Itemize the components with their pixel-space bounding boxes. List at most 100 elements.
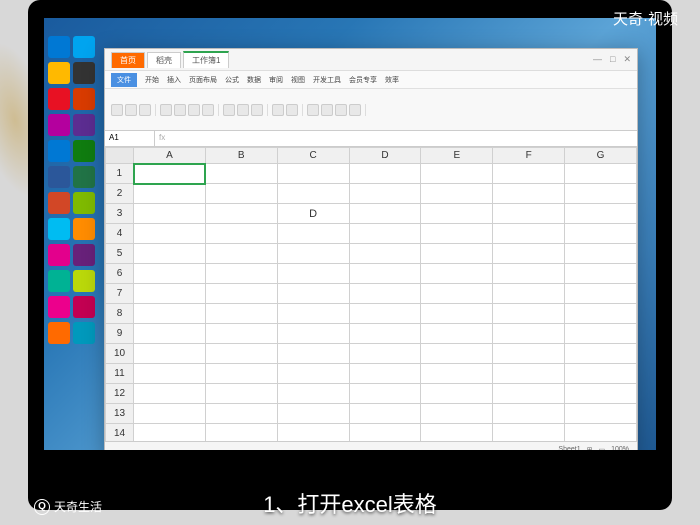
cell[interactable]	[493, 424, 565, 442]
cell[interactable]	[349, 184, 421, 204]
cell[interactable]	[493, 404, 565, 424]
minimize-icon[interactable]: —	[593, 54, 602, 65]
cell[interactable]	[493, 264, 565, 284]
cell[interactable]	[565, 204, 637, 224]
cell[interactable]	[565, 384, 637, 404]
cell[interactable]	[134, 404, 206, 424]
row-header[interactable]: 10	[106, 344, 134, 364]
cell[interactable]	[205, 184, 277, 204]
desktop-app-icon[interactable]	[73, 88, 95, 110]
row-header[interactable]: 1	[106, 164, 134, 184]
zoom-level[interactable]: 100%	[611, 446, 629, 450]
row-header[interactable]: 14	[106, 424, 134, 442]
cell[interactable]	[493, 364, 565, 384]
cell[interactable]	[277, 224, 349, 244]
cell[interactable]	[493, 284, 565, 304]
column-header[interactable]: B	[205, 148, 277, 164]
cell[interactable]	[134, 424, 206, 442]
cell[interactable]	[205, 284, 277, 304]
cell[interactable]	[349, 364, 421, 384]
ribbon-btn[interactable]	[272, 104, 284, 116]
ribbon-btn[interactable]	[160, 104, 172, 116]
desktop-app-icon[interactable]	[48, 218, 70, 240]
cell[interactable]	[134, 284, 206, 304]
cell[interactable]	[565, 224, 637, 244]
desktop-app-icon[interactable]	[48, 270, 70, 292]
cell[interactable]	[421, 404, 493, 424]
cell[interactable]	[277, 284, 349, 304]
cell[interactable]	[134, 184, 206, 204]
ribbon-btn[interactable]	[202, 104, 214, 116]
cell[interactable]	[134, 244, 206, 264]
cell[interactable]	[277, 344, 349, 364]
cell[interactable]	[493, 204, 565, 224]
desktop-app-icon[interactable]	[73, 322, 95, 344]
column-header[interactable]: E	[421, 148, 493, 164]
formula-input[interactable]: fx	[155, 131, 637, 146]
cell[interactable]	[277, 264, 349, 284]
menu-item[interactable]: 开始	[145, 75, 159, 85]
ribbon-btn[interactable]	[125, 104, 137, 116]
cell[interactable]	[205, 404, 277, 424]
row-header[interactable]: 5	[106, 244, 134, 264]
cell[interactable]	[205, 204, 277, 224]
menu-item[interactable]: 视图	[291, 75, 305, 85]
cell[interactable]: D	[277, 204, 349, 224]
close-icon[interactable]: ✕	[623, 54, 631, 65]
ribbon-btn[interactable]	[188, 104, 200, 116]
ribbon-btn[interactable]	[251, 104, 263, 116]
cell[interactable]	[565, 344, 637, 364]
cell[interactable]	[421, 264, 493, 284]
row-header[interactable]: 6	[106, 264, 134, 284]
cell[interactable]	[565, 424, 637, 442]
cell[interactable]	[134, 164, 206, 184]
desktop-app-icon[interactable]	[73, 114, 95, 136]
cell[interactable]	[493, 224, 565, 244]
cell[interactable]	[349, 384, 421, 404]
menu-item[interactable]: 公式	[225, 75, 239, 85]
ribbon-btn[interactable]	[349, 104, 361, 116]
cell[interactable]	[349, 284, 421, 304]
cell[interactable]	[134, 204, 206, 224]
menu-item[interactable]: 数据	[247, 75, 261, 85]
desktop-app-icon[interactable]	[73, 192, 95, 214]
desktop-app-icon[interactable]	[73, 140, 95, 162]
cell[interactable]	[421, 204, 493, 224]
cell[interactable]	[493, 304, 565, 324]
cell[interactable]	[134, 304, 206, 324]
menu-item[interactable]: 插入	[167, 75, 181, 85]
cell[interactable]	[421, 384, 493, 404]
desktop-app-icon[interactable]	[73, 62, 95, 84]
column-header[interactable]: C	[277, 148, 349, 164]
ribbon-btn[interactable]	[111, 104, 123, 116]
cell[interactable]	[349, 244, 421, 264]
column-header[interactable]: A	[134, 148, 206, 164]
view-icon[interactable]: ▭	[598, 446, 605, 451]
cell[interactable]	[205, 344, 277, 364]
desktop-app-icon[interactable]	[48, 244, 70, 266]
column-header[interactable]: G	[565, 148, 637, 164]
tab-file1[interactable]: 稻壳	[147, 52, 181, 68]
ribbon-btn[interactable]	[286, 104, 298, 116]
row-header[interactable]: 9	[106, 324, 134, 344]
cell[interactable]	[493, 384, 565, 404]
cell[interactable]	[421, 304, 493, 324]
desktop-app-icon[interactable]	[73, 36, 95, 58]
column-header[interactable]: D	[349, 148, 421, 164]
cell[interactable]	[421, 324, 493, 344]
select-all-corner[interactable]	[106, 148, 134, 164]
cell[interactable]	[277, 384, 349, 404]
desktop-app-icon[interactable]	[73, 296, 95, 318]
cell[interactable]	[421, 424, 493, 442]
ribbon-btn[interactable]	[335, 104, 347, 116]
tab-home[interactable]: 首页	[111, 52, 145, 68]
cell[interactable]	[421, 364, 493, 384]
desktop-app-icon[interactable]	[48, 166, 70, 188]
ribbon-btn[interactable]	[223, 104, 235, 116]
cell[interactable]	[565, 364, 637, 384]
desktop-app-icon[interactable]	[48, 36, 70, 58]
cell[interactable]	[565, 304, 637, 324]
cell[interactable]	[134, 384, 206, 404]
cell[interactable]	[421, 284, 493, 304]
cell[interactable]	[205, 364, 277, 384]
